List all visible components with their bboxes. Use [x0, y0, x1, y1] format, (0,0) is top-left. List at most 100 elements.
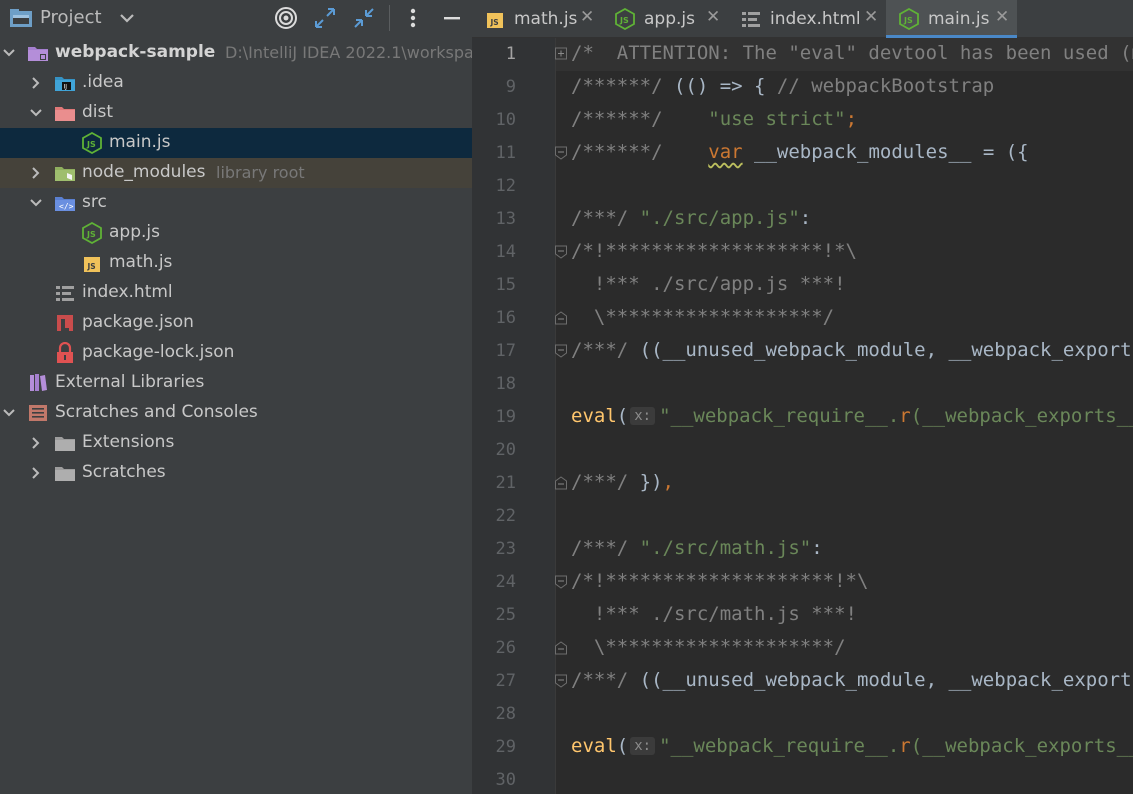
fold-end-icon[interactable] [554, 475, 568, 491]
code-token: /***/ [571, 339, 640, 361]
code-line: /******/ var __webpack_modules__ = ({ [571, 141, 1029, 163]
tree-item-label: math.js [109, 252, 173, 272]
tree-item-label: app.js [109, 222, 160, 242]
code-token: !*** ./src/app.js ***! [571, 273, 846, 295]
html-file-icon [56, 286, 74, 301]
tree-item-idea[interactable]: IJ .idea [0, 68, 472, 98]
fold-collapse-icon[interactable] [554, 673, 568, 689]
chevron-right-icon[interactable] [28, 165, 44, 181]
code-token: var [708, 141, 743, 163]
code-token: /*!*******************!*\ [571, 240, 857, 262]
header-separator [389, 5, 390, 31]
tree-item-label: webpack-sample [55, 42, 216, 62]
code-token: // webpackBootstrap [776, 75, 995, 97]
fold-collapse-icon[interactable] [554, 574, 568, 590]
code-token: eval [571, 735, 617, 757]
tab-label: math.js [514, 9, 578, 29]
tree-item-index-html[interactable]: index.html [0, 278, 472, 308]
source-folder-icon: </> [55, 197, 75, 211]
hide-panel-icon[interactable] [439, 5, 465, 31]
tree-item-webpack-sample[interactable]: webpack-sample D:\IntelliJ IDEA 2022.1\wo… [0, 38, 472, 68]
html-file-icon [742, 12, 760, 27]
chevron-down-icon[interactable] [28, 195, 44, 211]
tab-main-js[interactable]: JS main.js ✕ [886, 0, 1017, 38]
external-libraries-icon [30, 374, 47, 391]
code-token: "./src/app.js" [639, 207, 800, 229]
tree-item-src[interactable]: </> src [0, 188, 472, 218]
close-icon[interactable]: ✕ [706, 7, 720, 27]
code-token: /******/ [571, 141, 709, 163]
tree-item-scratches[interactable]: Scratches [0, 458, 472, 488]
fold-collapse-icon[interactable] [554, 343, 568, 359]
fold-expand-icon[interactable] [554, 46, 568, 62]
code-line: /*!*******************!*\ [571, 240, 857, 262]
code-token: \*******************/ [571, 306, 835, 328]
tree-item-label: .idea [82, 72, 124, 92]
code-line: /***/ ((__unused_webpack_module, __webpa… [571, 339, 1133, 361]
tree-item-hint: library root [216, 163, 305, 182]
tree-item-dist[interactable]: dist [0, 98, 472, 128]
npm-file-icon [57, 315, 73, 331]
close-icon[interactable]: ✕ [580, 7, 594, 27]
code-line: /***/ ((__unused_webpack_module, __webpa… [571, 669, 1133, 691]
fold-collapse-icon[interactable] [554, 145, 568, 161]
fold-collapse-icon[interactable] [554, 244, 568, 260]
code-token: "__webpack_require__. [659, 405, 900, 427]
close-icon[interactable]: ✕ [864, 7, 878, 27]
code-token: /*!********************!*\ [571, 570, 869, 592]
tree-item-scratches-and-consoles[interactable]: Scratches and Consoles [0, 398, 472, 428]
module-folder-icon [28, 47, 48, 61]
project-view-title[interactable]: Project [40, 7, 102, 28]
code-area[interactable]: /* ATTENTION: The "eval" devtool has bee… [472, 38, 1133, 794]
folder-icon [55, 437, 75, 451]
tree-item-label: node_modules [82, 162, 206, 182]
code-token: (__webpack_exports__);" [910, 735, 1133, 757]
tree-item-app-js[interactable]: JS app.js [0, 218, 472, 248]
excluded-folder-icon [55, 107, 75, 121]
code-token: /******/ [571, 108, 709, 130]
svg-text:JS: JS [87, 262, 96, 271]
tree-item-external-libraries[interactable]: External Libraries [0, 368, 472, 398]
chevron-right-icon[interactable] [28, 465, 44, 481]
tree-item-extensions[interactable]: Extensions [0, 428, 472, 458]
tree-item-label: index.html [82, 282, 173, 302]
code-line: !*** ./src/app.js ***! [571, 273, 846, 295]
chevron-down-icon[interactable] [1, 45, 17, 61]
tab-app-js[interactable]: JS app.js ✕ [602, 0, 728, 38]
svg-text:JS: JS [86, 230, 96, 239]
close-icon[interactable]: ✕ [995, 7, 1009, 27]
tree-item-math-js[interactable]: JS math.js [0, 248, 472, 278]
chevron-right-icon[interactable] [28, 435, 44, 451]
tree-item-node-modules[interactable]: node_modules library root [0, 158, 472, 188]
tab-label: app.js [644, 9, 695, 29]
fold-end-icon[interactable] [554, 310, 568, 326]
code-token: __webpack_modules__ = ({ [742, 141, 1029, 163]
tab-index-html[interactable]: index.html ✕ [728, 0, 886, 38]
collapse-all-icon[interactable] [351, 5, 377, 31]
tree-item-label: package.json [82, 312, 194, 332]
fold-end-icon[interactable] [554, 640, 568, 656]
code-token: }) [639, 471, 663, 493]
chevron-down-icon[interactable] [28, 105, 44, 121]
tree-item-package-json[interactable]: package.json [0, 308, 472, 338]
tree-item-package-lock-json[interactable]: package-lock.json [0, 338, 472, 368]
idea-folder-icon: IJ [55, 77, 75, 91]
nodejs-file-icon: JS [615, 8, 635, 30]
code-token: /* ATTENTION: The "eval" devtool has bee… [571, 42, 1133, 64]
tree-item-label: main.js [109, 132, 171, 152]
locate-target-icon[interactable] [273, 5, 299, 31]
chevron-down-icon[interactable] [114, 5, 140, 31]
chevron-down-icon[interactable] [1, 405, 17, 421]
tree-item-label: Scratches [82, 462, 166, 482]
more-options-icon[interactable] [400, 5, 426, 31]
code-line: eval(x: "__webpack_require__.r(__webpack_… [571, 405, 1133, 427]
parameter-hint: x: [630, 407, 656, 425]
tree-item-hint: D:\IntelliJ IDEA 2022.1\workspace\webpac… [225, 43, 472, 62]
code-token: (__webpack_exports__);" [910, 405, 1133, 427]
chevron-right-icon[interactable] [28, 75, 44, 91]
expand-all-icon[interactable] [312, 5, 338, 31]
tree-item-main-js[interactable]: JS main.js [0, 128, 472, 158]
project-folder-icon [10, 9, 32, 27]
svg-text:JS: JS [490, 18, 499, 27]
tab-math-js[interactable]: JS math.js ✕ [472, 0, 602, 38]
